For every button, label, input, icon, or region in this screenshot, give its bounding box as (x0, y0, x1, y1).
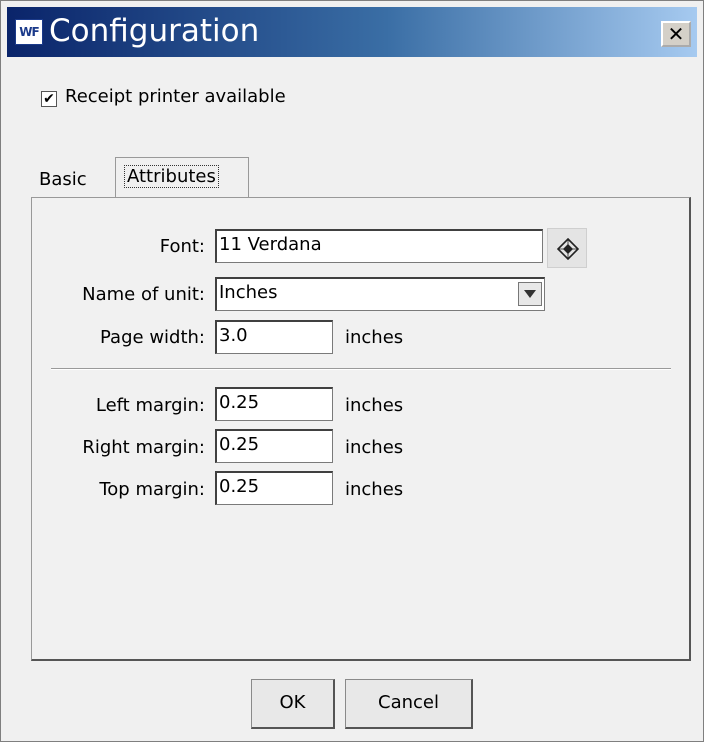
left-margin-label: Left margin: (95, 395, 205, 416)
receipt-printer-checkbox[interactable]: ✔ (41, 91, 57, 107)
top-margin-field[interactable]: 0.25 (215, 471, 333, 505)
unit-select[interactable]: Inches (215, 277, 545, 311)
font-picker-button[interactable] (547, 228, 587, 268)
unit-select-value: Inches (219, 282, 278, 303)
attributes-panel (31, 197, 691, 661)
chevron-down-icon (524, 290, 536, 298)
unit-dropdown-button[interactable] (518, 282, 542, 306)
page-width-label: Page width: (100, 327, 205, 348)
title-bar[interactable]: WF Configuration ✕ (7, 7, 697, 57)
tab-basic[interactable]: Basic (35, 161, 113, 197)
font-field[interactable]: 11 Verdana (215, 229, 543, 263)
font-label: Font: (159, 236, 205, 257)
receipt-printer-label[interactable]: Receipt printer available (65, 86, 286, 107)
app-icon: WF (15, 19, 43, 45)
right-margin-label: Right margin: (82, 437, 205, 458)
section-divider (51, 368, 671, 370)
tab-attributes-label: Attributes (124, 165, 219, 188)
ok-button[interactable]: OK (251, 679, 335, 729)
right-margin-field[interactable]: 0.25 (215, 429, 333, 463)
page-width-field[interactable]: 3.0 (215, 320, 333, 354)
close-icon: ✕ (667, 22, 685, 46)
top-margin-label: Top margin: (99, 479, 205, 500)
top-margin-unit: inches (345, 479, 404, 500)
unit-label: Name of unit: (82, 284, 205, 305)
close-button[interactable]: ✕ (661, 21, 691, 47)
page-width-unit: inches (345, 327, 404, 348)
left-margin-field[interactable]: 0.25 (215, 387, 333, 421)
tab-attributes[interactable]: Attributes (115, 157, 249, 199)
window-title: Configuration (49, 13, 260, 49)
left-margin-unit: inches (345, 395, 404, 416)
configuration-dialog: WF Configuration ✕ ✔ Receipt printer ava… (0, 0, 704, 742)
font-picker-icon (557, 238, 579, 260)
cancel-button[interactable]: Cancel (345, 679, 473, 729)
right-margin-unit: inches (345, 437, 404, 458)
